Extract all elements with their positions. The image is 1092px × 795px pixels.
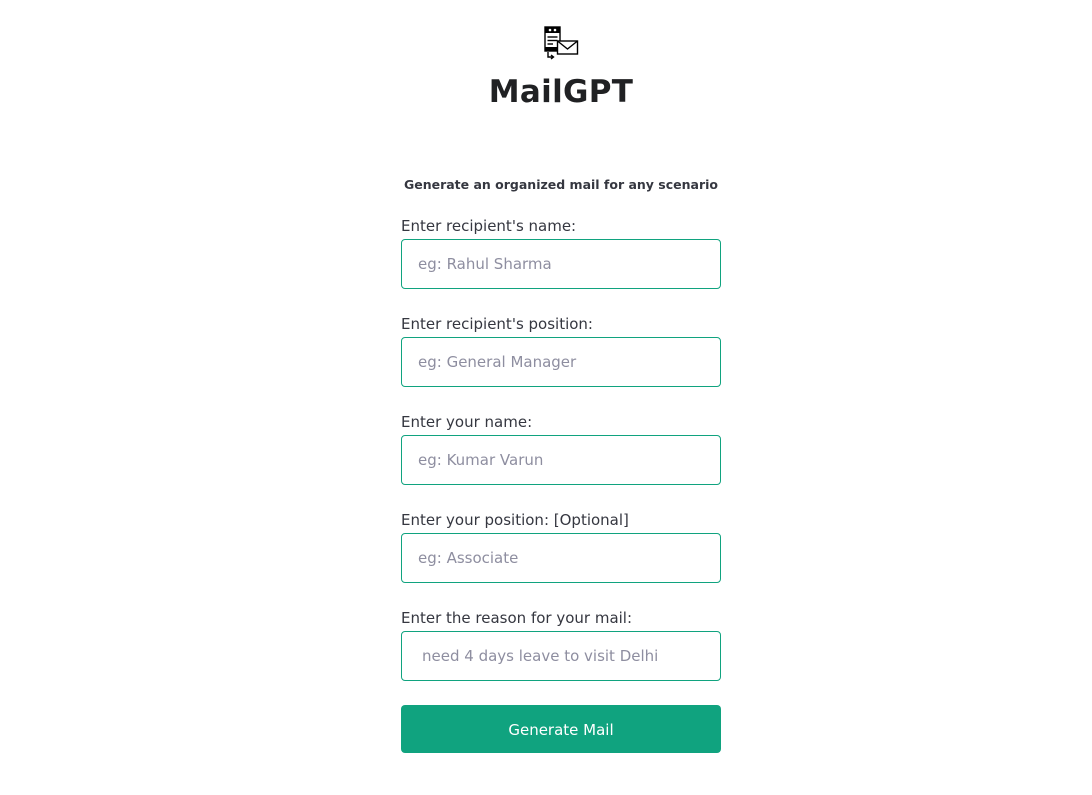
recipient-name-input[interactable] [401,239,721,289]
sender-position-input[interactable] [401,533,721,583]
sender-position-label: Enter your position: [Optional] [401,511,629,529]
sender-name-label: Enter your name: [401,413,533,431]
sender-name-input[interactable] [401,435,721,485]
mail-reason-label: Enter the reason for your mail: [401,609,633,627]
sender-position-field: Enter your position: [Optional] [401,509,721,591]
app-title: MailGPT [488,74,634,110]
mail-form: Enter recipient's name: Enter recipient'… [401,215,721,705]
recipient-position-field: Enter recipient's position: [401,313,721,395]
mail-reason-field: Enter the reason for your mail: [401,607,721,689]
app-subtitle: Generate an organized mail for any scena… [403,177,719,192]
mail-document-icon [544,26,579,60]
recipient-name-label: Enter recipient's name: [401,217,577,235]
mail-reason-input[interactable] [401,631,721,681]
recipient-position-input[interactable] [401,337,721,387]
recipient-position-label: Enter recipient's position: [401,315,593,333]
generate-mail-button[interactable]: Generate Mail [401,705,721,753]
sender-name-field: Enter your name: [401,411,721,493]
recipient-name-field: Enter recipient's name: [401,215,721,297]
